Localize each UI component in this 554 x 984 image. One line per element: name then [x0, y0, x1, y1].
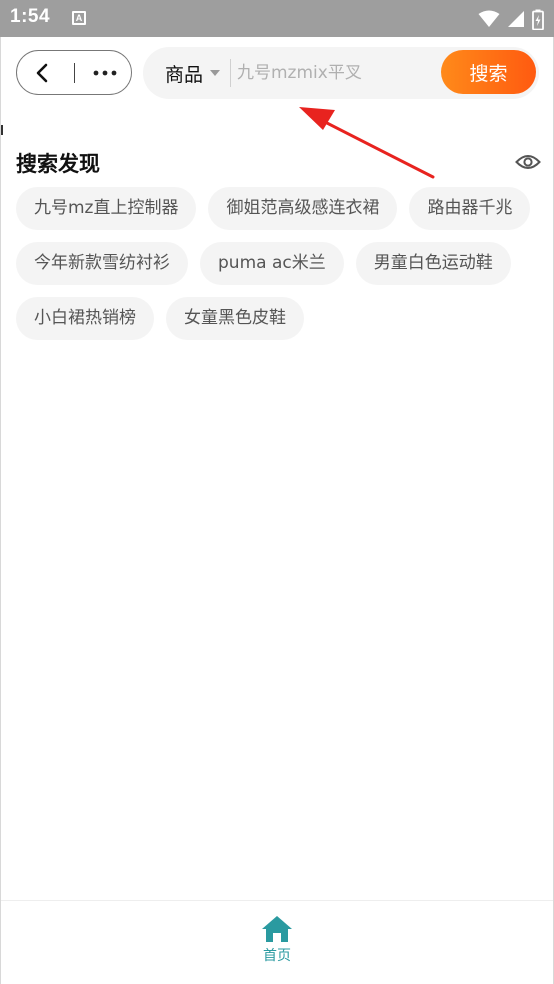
chevron-left-icon	[36, 63, 48, 83]
nav-capsule	[16, 50, 132, 95]
discover-tag[interactable]: 路由器千兆	[409, 187, 531, 230]
discover-title: 搜索发现	[16, 152, 100, 176]
category-select[interactable]: 商品	[165, 47, 221, 99]
more-dots-icon	[93, 70, 117, 76]
edge-mark	[1, 125, 3, 135]
discover-tags: 九号mz直上控制器 御姐范高级感连衣裙 路由器千兆 今年新款雪纺衬衫 puma …	[16, 187, 536, 340]
discover-tag[interactable]: 男童白色运动鞋	[355, 242, 511, 285]
back-button[interactable]	[31, 62, 53, 84]
notification-a-icon: A	[72, 11, 86, 25]
search-box: 商品 搜索	[143, 47, 539, 99]
discover-tag[interactable]: 今年新款雪纺衬衫	[16, 242, 188, 285]
discover-tag[interactable]: 小白裙热销榜	[16, 297, 154, 340]
capsule-divider	[74, 63, 75, 83]
battery-icon	[532, 9, 544, 30]
discover-tag[interactable]: 御姐范高级感连衣裙	[208, 187, 398, 230]
select-divider	[230, 59, 231, 87]
search-button[interactable]: 搜索	[441, 50, 536, 94]
eye-icon[interactable]	[515, 151, 541, 173]
discover-tag[interactable]: puma ac米兰	[200, 242, 344, 285]
tab-home-label: 首页	[263, 948, 291, 964]
status-icons	[478, 8, 544, 30]
category-label: 商品	[165, 63, 204, 86]
more-button[interactable]	[89, 62, 121, 84]
caret-down-icon	[210, 70, 221, 76]
discover-tag[interactable]: 九号mz直上控制器	[16, 187, 197, 230]
signal-icon	[508, 11, 524, 27]
status-time: 1:54	[10, 6, 51, 27]
home-icon	[262, 916, 292, 942]
search-page: 商品 搜索 搜索发现 九号mz直上控制器 御姐范高级感连衣裙 路由器千兆 今年新…	[0, 37, 554, 984]
tab-home[interactable]: 首页	[247, 915, 307, 975]
search-input[interactable]	[237, 47, 435, 99]
tab-bar: 首页	[1, 900, 553, 984]
status-bar: 1:54 A	[0, 0, 554, 37]
discover-tag[interactable]: 女童黑色皮鞋	[166, 297, 304, 340]
wifi-icon	[478, 10, 500, 27]
